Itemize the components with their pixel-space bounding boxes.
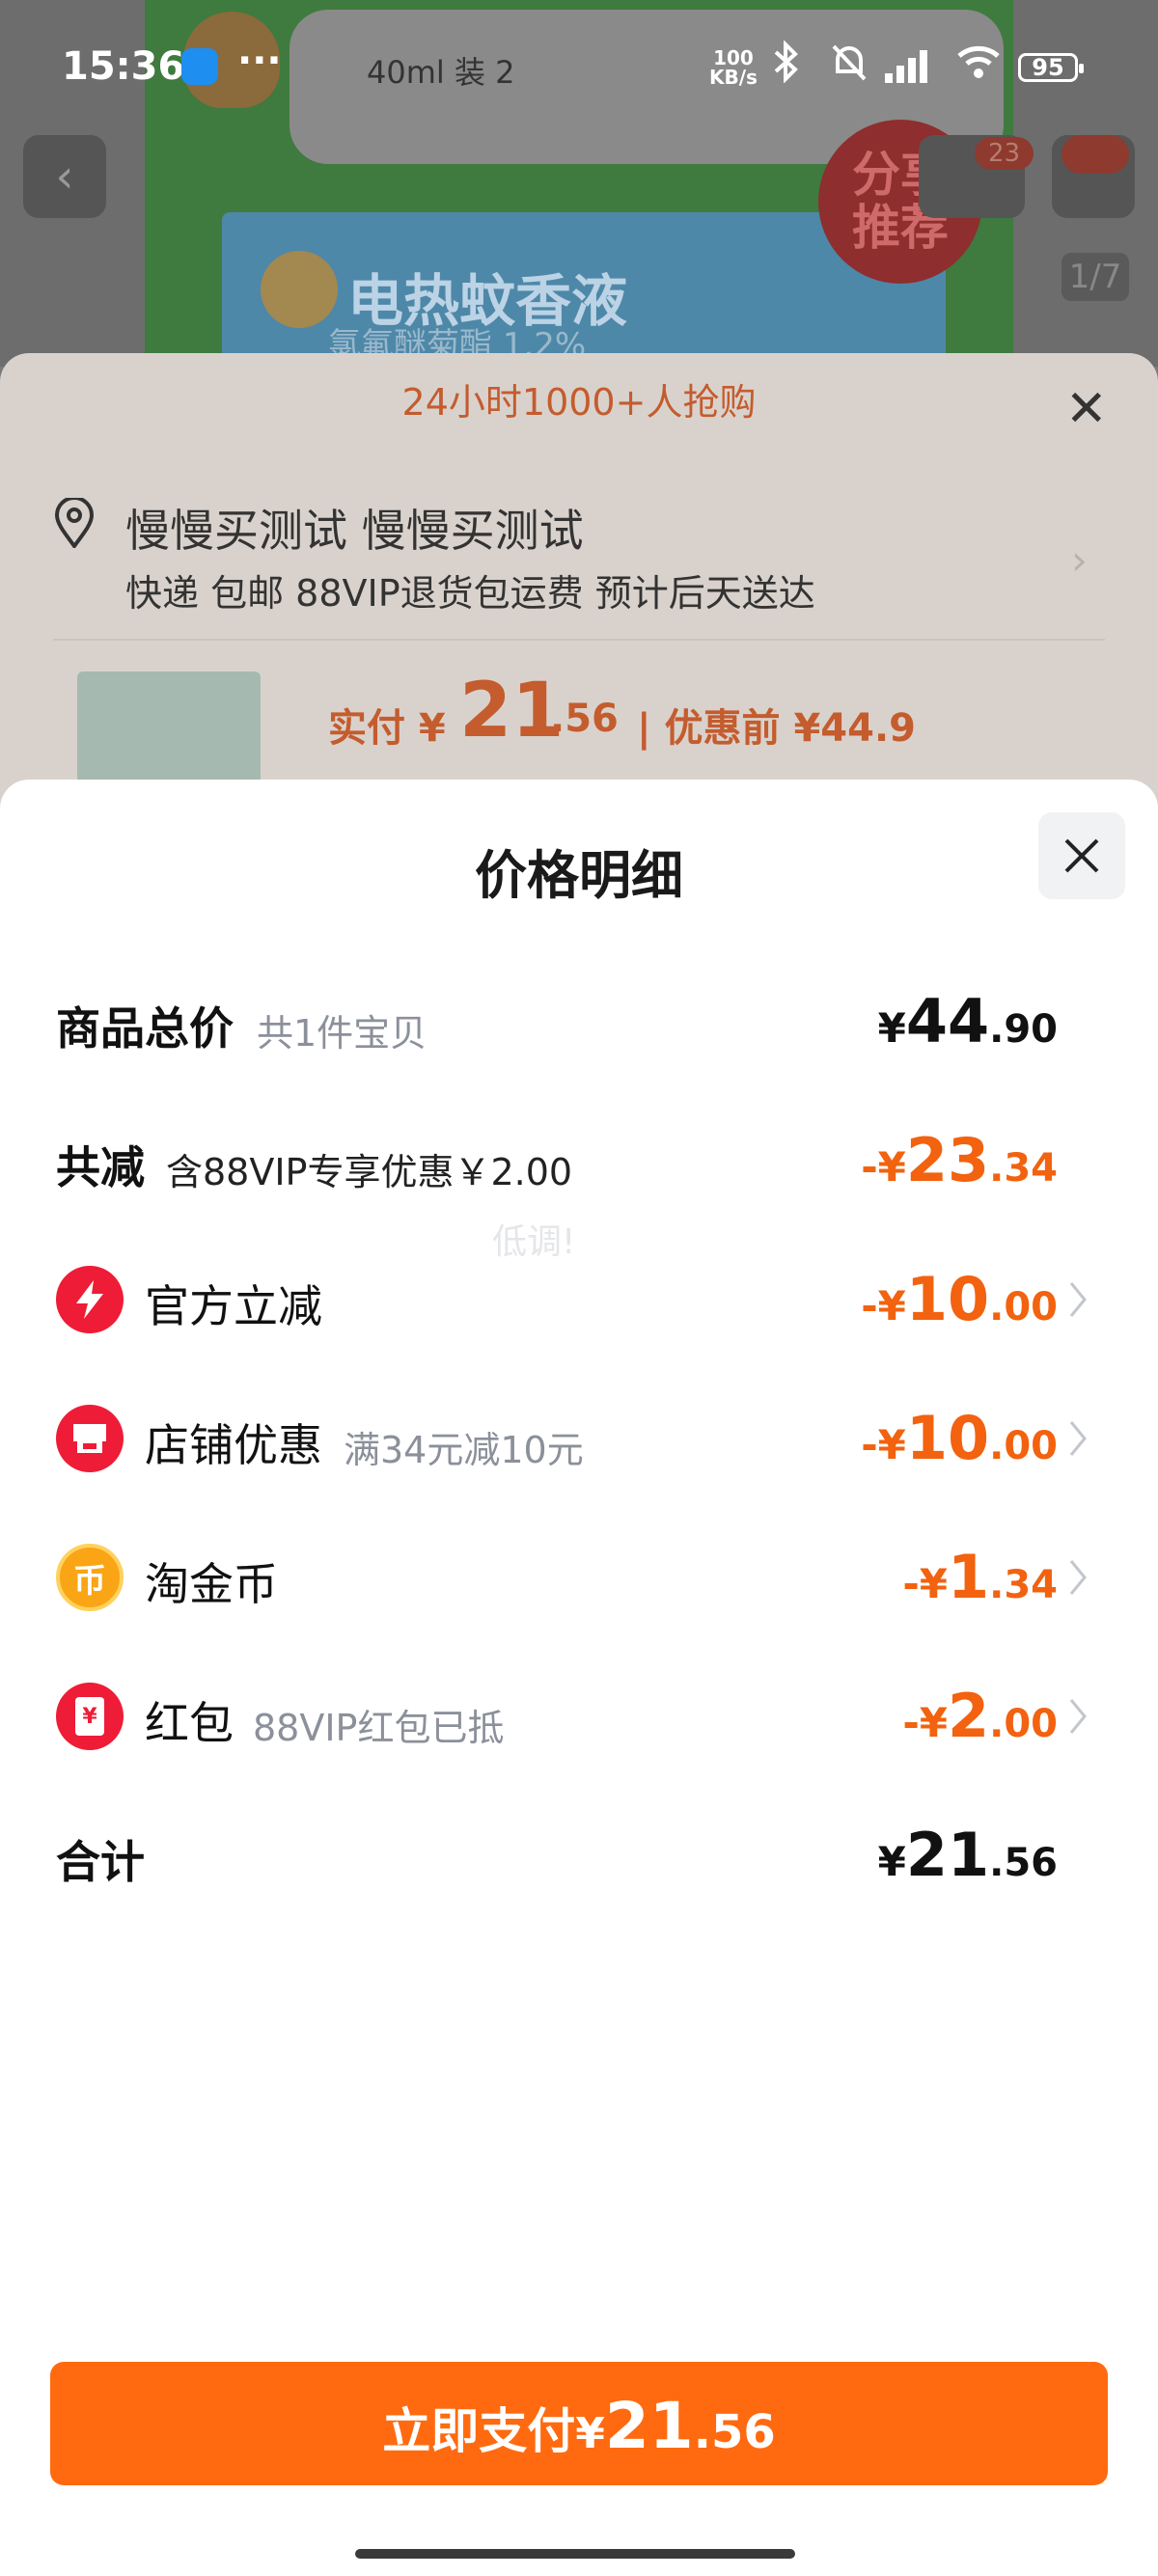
network-speed-unit: KB/s: [709, 66, 758, 89]
row-label: 官方立减: [145, 1280, 322, 1332]
status-time: 15:36: [62, 44, 185, 89]
row-label: 商品总价: [56, 1002, 234, 1055]
pay-button-decimal: .56: [693, 2405, 776, 2459]
actual-pay-decimal: .56: [550, 697, 619, 741]
red-packet-icon: ¥: [56, 1683, 124, 1750]
cell-signal-icon: [883, 48, 941, 85]
pay-now-button[interactable]: 立即支付 ¥ 21 .56: [50, 2362, 1108, 2485]
location-pin-icon: [54, 498, 95, 548]
chevron-right-icon: [1069, 1699, 1087, 1734]
price-row-discount-total: 共减 含88VIP专享优惠￥2.00 -¥23.34: [0, 1125, 1158, 1229]
close-icon: [1064, 838, 1099, 873]
more-dots-icon: ···: [237, 39, 282, 83]
row-value: ¥21.56: [877, 1820, 1058, 1890]
price-row-grand-total: 合计 ¥21.56: [0, 1820, 1158, 1924]
checkout-sheet: 24小时1000+人抢购 ✕ 慢慢买测试 慢慢买测试 快递 包邮 88VIP退货…: [0, 353, 1158, 826]
row-value: ¥44.90: [877, 986, 1058, 1056]
checkout-close-icon[interactable]: ✕: [1065, 380, 1108, 438]
sheet-title: 价格明细: [475, 845, 683, 906]
back-button[interactable]: ‹: [23, 135, 106, 218]
pay-button-integer: 21: [604, 2389, 694, 2463]
delivery-info: 快递 包邮 88VIP退货包运费 预计后天送达: [125, 572, 815, 615]
row-label: 红包: [145, 1697, 234, 1749]
app-notification-icon: [181, 48, 218, 85]
bluetooth-icon: [772, 40, 801, 93]
pre-discount-price: | 优惠前 ¥44.9: [637, 706, 916, 751]
image-counter: 1/7: [1062, 253, 1129, 301]
coin-glyph: 币: [73, 1561, 106, 1601]
row-value: -¥1.34: [902, 1542, 1058, 1612]
red-packet-glyph: ¥: [75, 1697, 104, 1736]
row-label: 共减: [56, 1141, 145, 1193]
shop-icon: [56, 1405, 124, 1472]
row-value: -¥2.00: [902, 1681, 1058, 1751]
pay-button-currency: ¥: [575, 2409, 605, 2458]
row-hint: 含88VIP专享优惠￥2.00: [166, 1151, 573, 1193]
row-label: 店铺优惠: [145, 1419, 322, 1471]
chevron-right-icon: [1069, 1421, 1087, 1456]
row-label: 淘金币: [145, 1558, 278, 1610]
home-indicator[interactable]: [355, 2549, 795, 2559]
lightning-icon: [56, 1266, 124, 1333]
row-value: -¥10.00: [861, 1403, 1058, 1473]
status-bar: 15:36 ··· 100 KB/s 95: [0, 0, 1158, 114]
row-hint: 88VIP红包已抵: [253, 1707, 505, 1749]
close-button[interactable]: [1038, 812, 1125, 899]
chevron-right-icon[interactable]: ›: [1071, 536, 1088, 584]
actual-pay-label: 实付 ¥: [328, 706, 446, 751]
network-speed-value: 100: [713, 46, 754, 69]
price-row-official-discount[interactable]: 官方立减 -¥10.00: [0, 1264, 1158, 1368]
price-detail-sheet: 价格明细 低调! 商品总价 共1件宝贝 ¥44.90 共减 含88VIP专享优惠…: [0, 780, 1158, 2576]
address-name[interactable]: 慢慢买测试 慢慢买测试: [125, 496, 584, 560]
row-label: 合计: [56, 1836, 145, 1888]
coin-icon: 币: [56, 1544, 124, 1611]
mute-bell-icon: [828, 41, 870, 93]
cart-badge: 23: [975, 137, 1034, 170]
price-row-total: 商品总价 共1件宝贝 ¥44.90: [0, 986, 1158, 1090]
wifi-icon: [955, 42, 1002, 91]
row-hint: 共1件宝贝: [257, 1012, 427, 1055]
battery-indicator: 95: [1018, 53, 1084, 82]
mascot: [261, 251, 338, 328]
row-hint: 满34元减10元: [344, 1429, 584, 1471]
actual-pay-integer: 21: [459, 668, 565, 754]
row-value: -¥23.34: [861, 1125, 1058, 1195]
chevron-right-icon: [1069, 1560, 1087, 1595]
chevron-left-icon: ‹: [55, 150, 74, 204]
price-row-red-packet[interactable]: ¥ 红包 88VIP红包已抵 -¥2.00: [0, 1681, 1158, 1785]
price-row-coins[interactable]: 币 淘金币 -¥1.34: [0, 1542, 1158, 1646]
row-value: -¥10.00: [861, 1264, 1058, 1334]
message-dot-icon: [1062, 135, 1129, 174]
pay-button-label: 立即支付: [382, 2403, 576, 2459]
chevron-right-icon: [1069, 1282, 1087, 1317]
divider: [53, 639, 1105, 641]
network-speed: 100 KB/s: [709, 48, 758, 87]
price-row-shop-discount[interactable]: 店铺优惠 满34元减10元 -¥10.00: [0, 1403, 1158, 1507]
hot-sale-banner: 24小时1000+人抢购: [401, 381, 757, 424]
